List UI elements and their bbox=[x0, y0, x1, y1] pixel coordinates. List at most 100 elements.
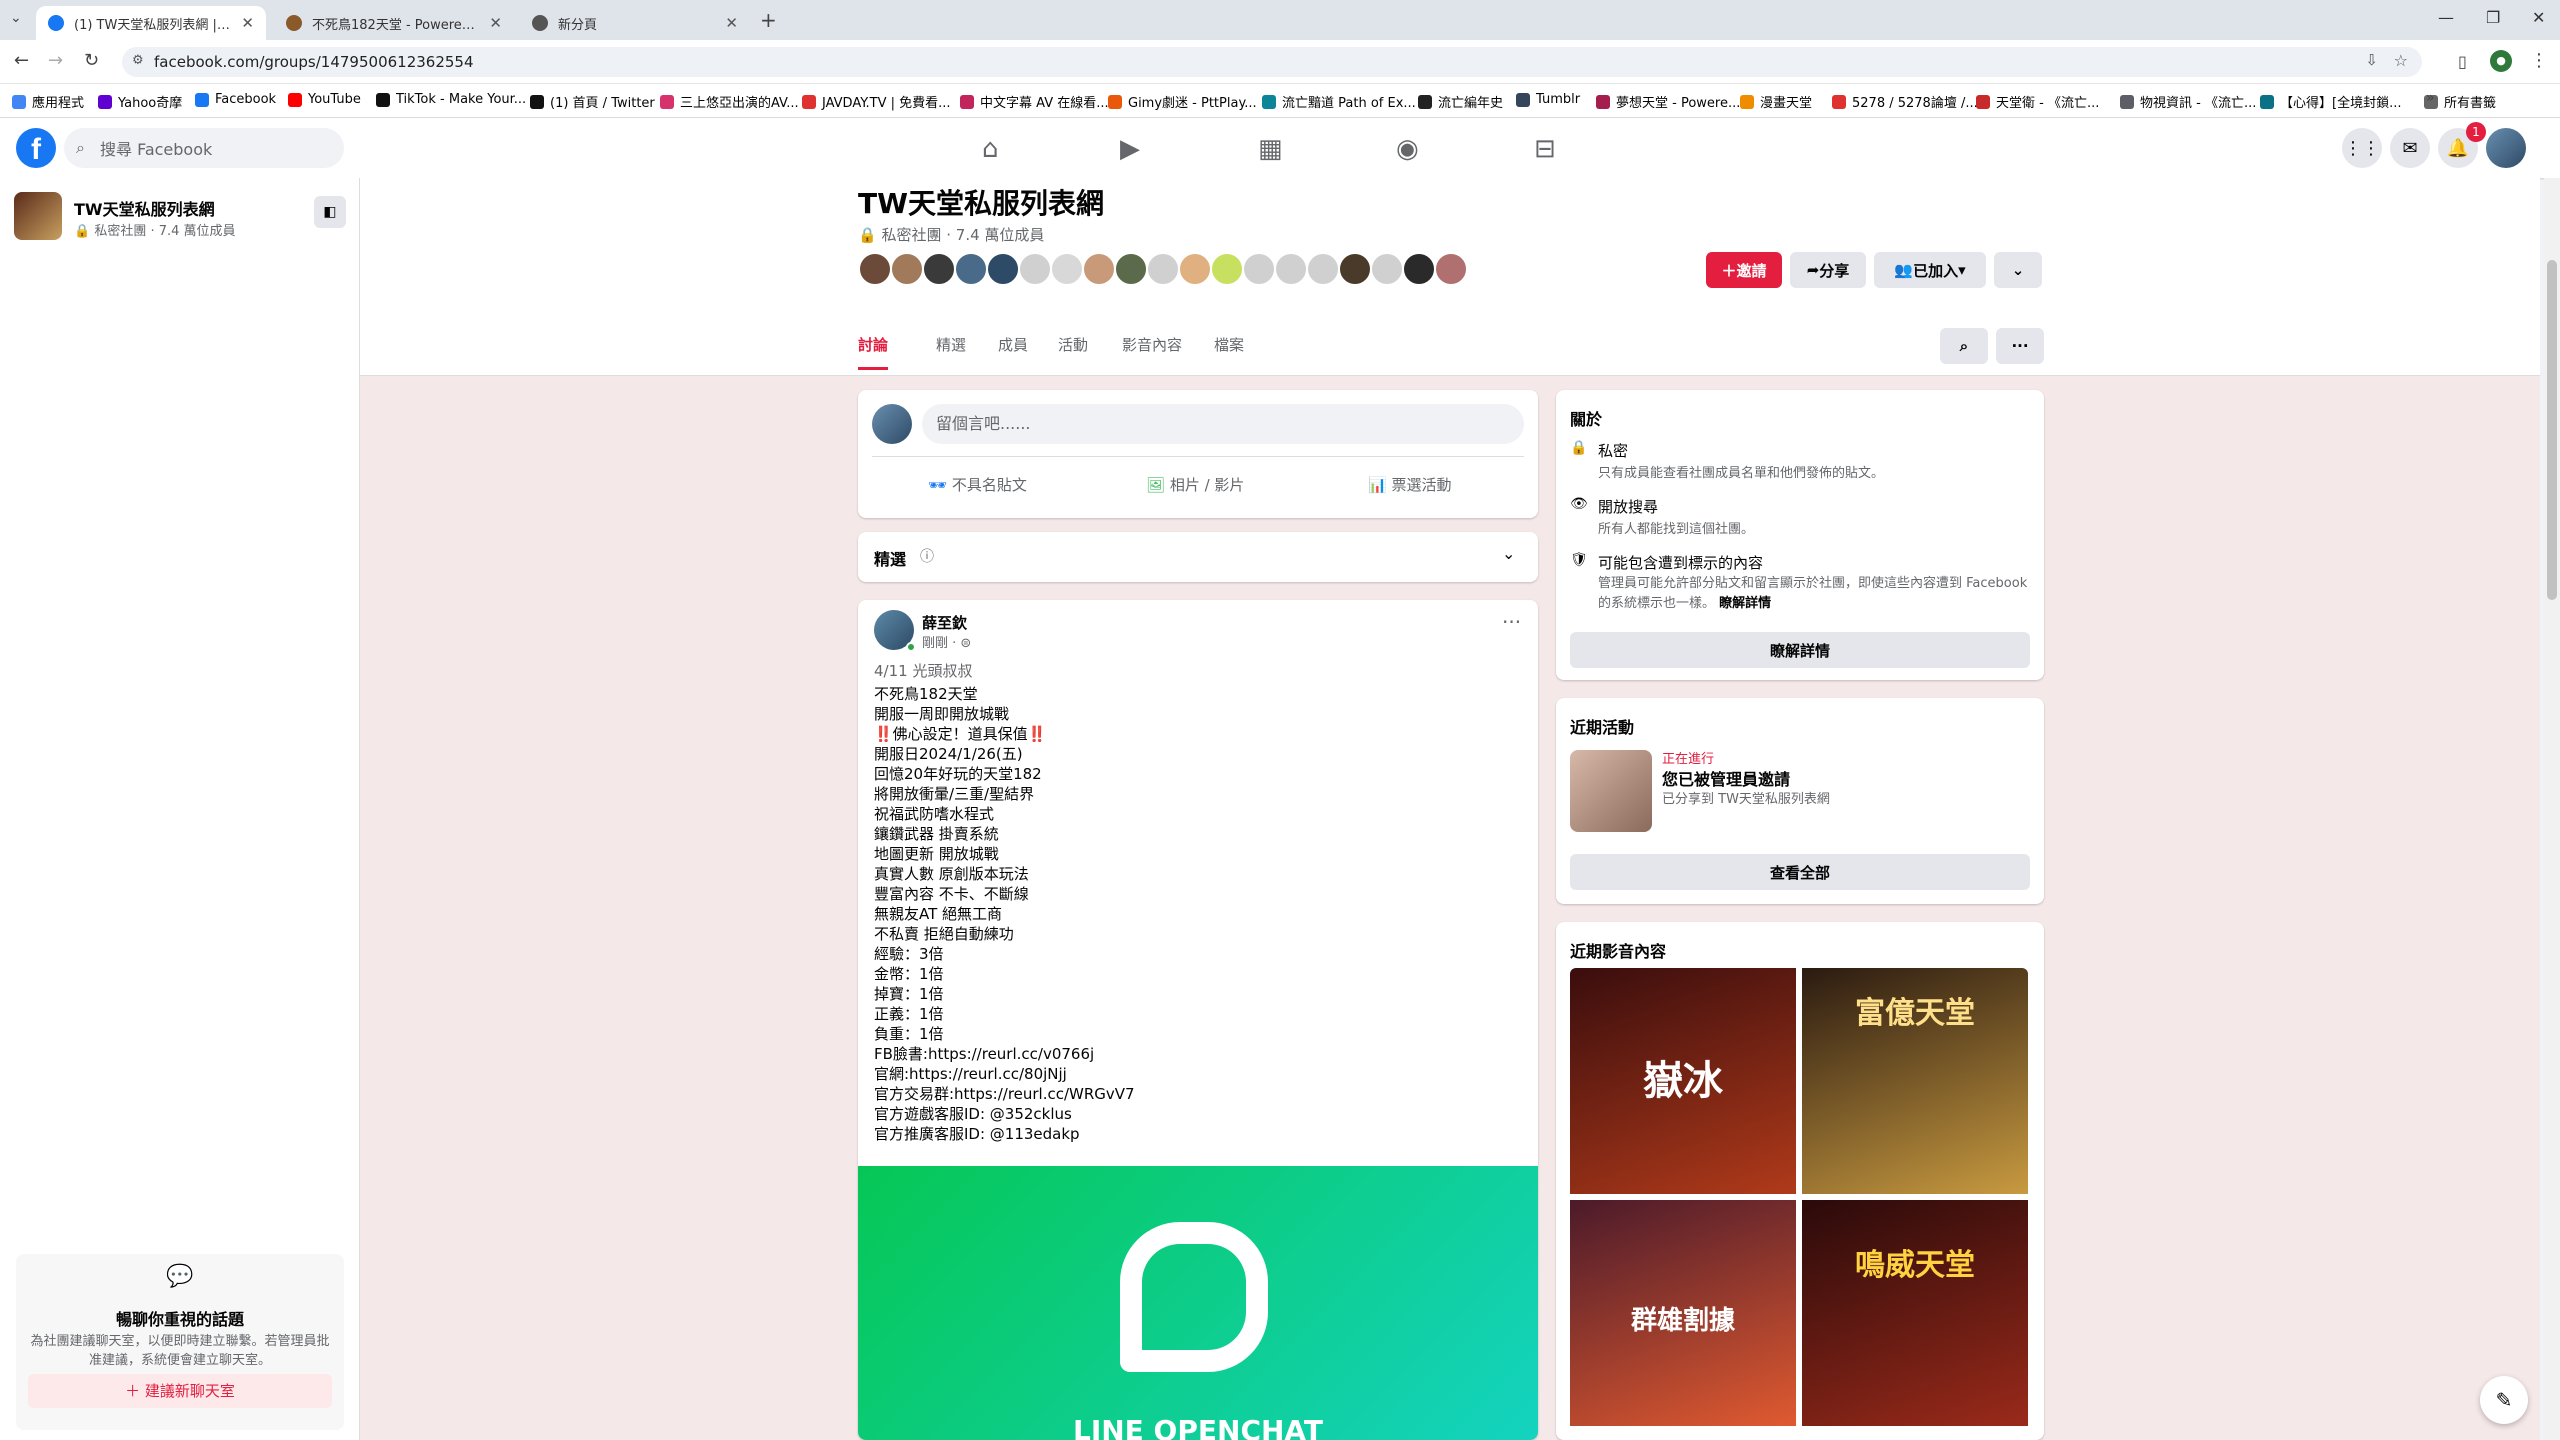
member-avatar[interactable] bbox=[954, 252, 988, 286]
gaming-icon[interactable]: ⊟ bbox=[1534, 134, 1556, 164]
profile-icon[interactable]: ● bbox=[2490, 50, 2512, 72]
new-tab-icon[interactable]: + bbox=[760, 8, 777, 32]
member-avatar[interactable] bbox=[858, 252, 892, 286]
learn-more-button[interactable]: 瞭解詳情 bbox=[1570, 632, 2030, 668]
member-avatar[interactable] bbox=[1114, 252, 1148, 286]
member-avatar[interactable] bbox=[986, 252, 1020, 286]
post-menu-icon[interactable]: ··· bbox=[1502, 610, 1521, 634]
group-tab[interactable]: 影音內容 bbox=[1122, 334, 1182, 355]
member-avatar[interactable] bbox=[1178, 252, 1212, 286]
group-search-icon[interactable]: ⌕ bbox=[1940, 328, 1988, 364]
group-tab[interactable]: 檔案 bbox=[1214, 334, 1244, 355]
see-all-button[interactable]: 查看全部 bbox=[1570, 854, 2030, 890]
bookmark-item[interactable]: Yahoo奇摩 bbox=[98, 92, 182, 111]
restore-icon[interactable]: ❐ bbox=[2486, 8, 2500, 27]
media-thumbnail[interactable]: 富億天堂 bbox=[1802, 968, 2028, 1194]
member-avatar[interactable] bbox=[1370, 252, 1404, 286]
photo-video-button[interactable]: 🖼 相片 / 影片 bbox=[1146, 474, 1244, 495]
suggest-chat-button[interactable]: ＋ 建議新聊天室 bbox=[28, 1374, 332, 1408]
member-avatar[interactable] bbox=[1274, 252, 1308, 286]
facebook-logo[interactable]: f bbox=[16, 128, 56, 168]
watch-icon[interactable]: ▶ bbox=[1120, 134, 1140, 164]
tab-close-icon[interactable]: ✕ bbox=[489, 14, 502, 32]
composer-input[interactable]: 留個言吧...... bbox=[922, 404, 1524, 444]
share-button[interactable]: ➦ 分享 bbox=[1790, 252, 1866, 288]
post-image-line-openchat[interactable]: LINE OPENCHAT bbox=[858, 1166, 1538, 1440]
install-icon[interactable]: ⇩ bbox=[2365, 51, 2378, 69]
info-icon[interactable]: ⓘ bbox=[920, 546, 934, 566]
bookmark-item[interactable]: JAVDAY.TV | 免費看... bbox=[802, 92, 951, 111]
bookmark-item[interactable]: 應用程式 bbox=[12, 92, 84, 111]
member-avatar[interactable] bbox=[1242, 252, 1276, 286]
site-info-icon[interactable]: ⚙ bbox=[132, 53, 144, 68]
bookmark-star-icon[interactable]: ☆ bbox=[2394, 51, 2408, 70]
invite-button[interactable]: ＋ 邀請 bbox=[1706, 252, 1782, 288]
tab-search-icon[interactable]: ⌄ bbox=[10, 10, 22, 26]
tab-close-icon[interactable]: ✕ bbox=[725, 14, 738, 32]
marketplace-icon[interactable]: ▦ bbox=[1258, 134, 1283, 164]
browser-tab-active[interactable]: (1) TW天堂私服列表網 | Facebook ✕ bbox=[36, 6, 266, 40]
reload-icon[interactable]: ↻ bbox=[84, 50, 99, 71]
bookmark-item[interactable]: (1) 首頁 / Twitter bbox=[530, 92, 655, 111]
bookmark-item[interactable]: 夢想天堂 - Powere... bbox=[1596, 92, 1740, 111]
member-avatar[interactable] bbox=[890, 252, 924, 286]
bookmark-item[interactable]: 流亡編年史 bbox=[1418, 92, 1503, 111]
member-avatar[interactable] bbox=[1306, 252, 1340, 286]
bookmark-item[interactable]: 流亡黯道 Path of Ex... bbox=[1262, 92, 1416, 111]
tab-close-icon[interactable]: ✕ bbox=[241, 14, 254, 32]
member-avatar[interactable] bbox=[1210, 252, 1244, 286]
messenger-icon[interactable]: ✉ bbox=[2390, 128, 2430, 168]
back-icon[interactable]: ← bbox=[14, 50, 29, 71]
bookmark-item[interactable]: 物視資訊 - 《流亡... bbox=[2120, 92, 2256, 111]
close-window-icon[interactable]: ✕ bbox=[2532, 8, 2545, 27]
bookmark-item[interactable]: 中文字幕 AV 在線看... bbox=[960, 92, 1109, 111]
about-learn-more-link[interactable]: 瞭解詳情 bbox=[1719, 596, 1771, 611]
bookmark-item[interactable]: TikTok - Make Your... bbox=[376, 92, 526, 107]
joined-button[interactable]: 👥 已加入 ▾ bbox=[1874, 252, 1986, 288]
bookmark-item[interactable]: 漫畫天堂 bbox=[1740, 92, 1812, 111]
member-avatar[interactable] bbox=[1050, 252, 1084, 286]
bookmark-item[interactable]: 天堂衛 - 《流亡... bbox=[1976, 92, 2099, 111]
group-title[interactable]: TW天堂私服列表網 bbox=[858, 182, 1104, 222]
chevron-down-icon[interactable]: ⌄ bbox=[1502, 544, 1515, 563]
home-icon[interactable]: ⌂ bbox=[982, 134, 999, 164]
menu-kebab-icon[interactable]: ⋮ bbox=[2530, 50, 2548, 71]
groups-icon[interactable]: ◉ bbox=[1396, 134, 1419, 164]
poll-button[interactable]: 📊 票選活動 bbox=[1368, 474, 1451, 495]
featured-bar[interactable]: 精選 ⓘ ⌄ bbox=[858, 532, 1538, 582]
bookmark-item[interactable]: 三上悠亞出演的AV... bbox=[660, 92, 799, 111]
group-tab[interactable]: 成員 bbox=[998, 334, 1028, 355]
more-bookmarks-icon[interactable]: » bbox=[2426, 90, 2435, 106]
forward-icon[interactable]: → bbox=[48, 50, 63, 71]
member-avatar[interactable] bbox=[1018, 252, 1052, 286]
bookmark-item[interactable]: 5278 / 5278論壇 /... bbox=[1832, 92, 1978, 111]
member-avatar[interactable] bbox=[1402, 252, 1436, 286]
activity-thumbnail[interactable] bbox=[1570, 750, 1652, 832]
member-avatar[interactable] bbox=[1146, 252, 1180, 286]
bookmark-item[interactable]: 【心得】[全境封鎖... bbox=[2260, 92, 2401, 111]
more-dropdown-icon[interactable]: ⌄ bbox=[1994, 252, 2042, 288]
media-thumbnail[interactable]: 嶽冰 bbox=[1570, 968, 1796, 1194]
bookmark-item[interactable]: Gimy劇迷 - PttPlay... bbox=[1108, 92, 1257, 111]
bookmark-item[interactable]: Facebook bbox=[195, 92, 276, 107]
browser-tab[interactable]: 不死鳥182天堂 - Powered by Discuz! ✕ bbox=[274, 6, 514, 40]
member-avatar[interactable] bbox=[1434, 252, 1468, 286]
side-panel-icon[interactable]: ▯ bbox=[2458, 52, 2467, 71]
group-thumbnail[interactable] bbox=[14, 192, 62, 240]
group-tab[interactable]: 活動 bbox=[1058, 334, 1088, 355]
address-bar[interactable]: ⚙ facebook.com/groups/1479500612362554 ☆… bbox=[122, 47, 2422, 77]
activity-headline[interactable]: 您已被管理員邀請 bbox=[1662, 766, 1790, 790]
all-bookmarks[interactable]: 所有書籤 bbox=[2424, 92, 2496, 111]
account-avatar[interactable] bbox=[2486, 128, 2526, 168]
member-avatar[interactable] bbox=[922, 252, 956, 286]
page-scrollbar-thumb[interactable] bbox=[2547, 260, 2557, 600]
bookmark-item[interactable]: YouTube bbox=[288, 92, 361, 107]
post-author[interactable]: 薛至欽 bbox=[922, 612, 967, 633]
member-avatar[interactable] bbox=[1338, 252, 1372, 286]
media-thumbnail[interactable]: 群雄割據 bbox=[1570, 1200, 1796, 1426]
anonymous-post-button[interactable]: 🕶 不具名貼文 bbox=[928, 474, 1027, 495]
member-avatar[interactable] bbox=[1082, 252, 1116, 286]
group-tab[interactable]: 精選 bbox=[936, 334, 966, 355]
menu-grid-icon[interactable]: ⋮⋮ bbox=[2342, 128, 2382, 168]
group-tab[interactable]: 討論 bbox=[858, 334, 889, 370]
